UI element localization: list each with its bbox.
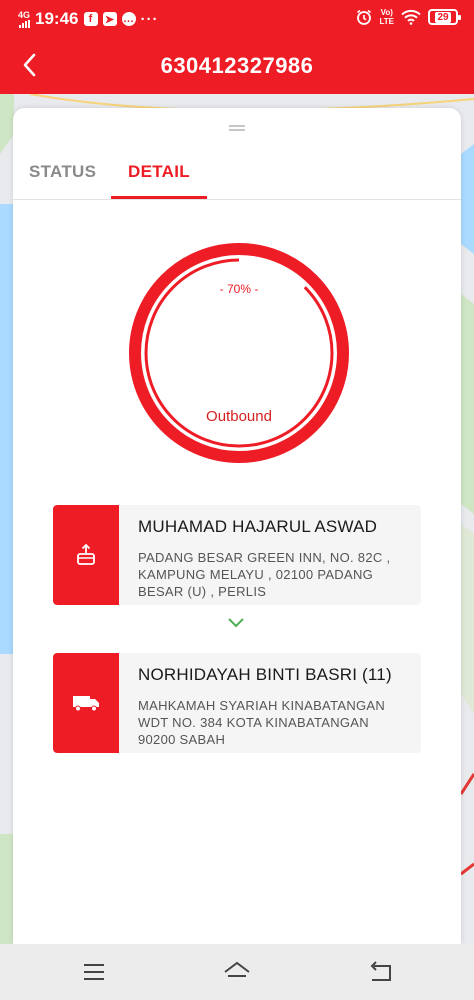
app-header: 630412327986 — [0, 36, 474, 94]
tracking-number-title: 630412327986 — [160, 53, 314, 78]
progress-track-outer — [129, 243, 349, 463]
facebook-icon: f — [83, 12, 98, 26]
volte-indicator: Vo) LTE — [379, 8, 394, 26]
progress-ring: - 70% - Outbound — [126, 240, 352, 466]
delivery-truck-icon — [53, 653, 119, 753]
home-icon[interactable] — [222, 958, 252, 986]
network-type: 4G — [18, 9, 31, 20]
tab-status[interactable]: STATUS — [29, 162, 96, 182]
clock: 19:46 — [35, 9, 79, 28]
more-notifications-icon: ··· — [140, 10, 159, 28]
status-bar: 4G 19:46 f ➤ … ··· Vo) LTE 29 — [0, 0, 474, 36]
back-nav-icon[interactable] — [366, 958, 396, 986]
system-nav-bar — [0, 944, 474, 1000]
wifi-icon — [401, 9, 421, 25]
progress-stage: Outbound — [206, 408, 272, 425]
battery-icon: 29 — [428, 9, 461, 25]
telegram-icon: ➤ — [102, 12, 117, 26]
chevron-down-icon — [228, 618, 244, 628]
chat-bubble-icon: … — [121, 12, 136, 26]
sender-address: PADANG BESAR GREEN INN, NO. 82C , KAMPUN… — [138, 550, 391, 599]
active-tab-indicator — [111, 196, 207, 199]
signal-icon: 4G — [18, 9, 31, 28]
sender-name: MUHAMAD HAJARUL ASWAD — [138, 517, 378, 536]
sender-card: MUHAMAD HAJARUL ASWAD PADANG BESAR GREEN… — [53, 505, 421, 605]
receiver-name: NORHIDAYAH BINTI BASRI (11) — [138, 665, 392, 684]
receiver-card: NORHIDAYAH BINTI BASRI (11) MAHKAMAH SYA… — [53, 653, 421, 753]
menu-icon[interactable] — [79, 958, 109, 986]
detail-sheet: STATUS DETAIL - 70% - Outbound MUHAMAD H… — [13, 108, 461, 944]
tab-detail[interactable]: DETAIL — [128, 162, 190, 182]
alarm-icon — [357, 9, 372, 25]
parcel-pickup-icon — [53, 505, 119, 605]
progress-percent: - 70% - — [219, 282, 259, 296]
drag-handle[interactable] — [229, 125, 245, 131]
tab-bar: STATUS DETAIL — [13, 158, 461, 200]
receiver-address: MAHKAMAH SYARIAH KINABATANGAN WDT NO. 38… — [138, 698, 386, 747]
